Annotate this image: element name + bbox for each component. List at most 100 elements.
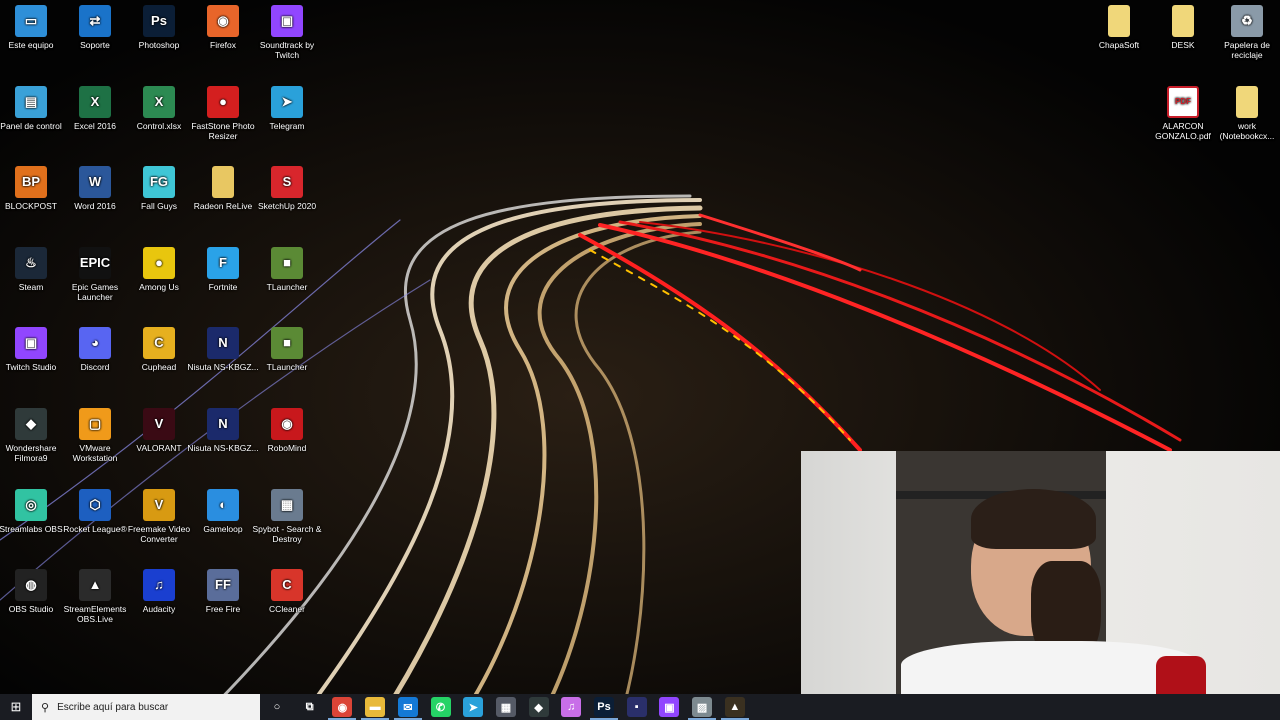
app-icon: ▦ [271,488,303,521]
taskbar-photoshop-button[interactable]: Ps [590,697,618,720]
icon-label: ChapaSoft [1098,40,1140,50]
app-icon: S [271,166,303,199]
app-icon: ♨ [15,246,47,279]
app-icon: ➤ [271,85,303,118]
desktop-icon-soporte[interactable]: ⇄ Soporte [58,5,132,50]
desktop-icon-audacity[interactable]: ♫ Audacity [122,569,196,614]
desktop-icon-desk[interactable]: DESK [1146,5,1220,50]
desktop-icon-valorant[interactable]: V VALORANT [122,408,196,453]
taskbar-streamelements-button[interactable]: ▲ [720,697,749,720]
desktop-icon-telegram[interactable]: ➤ Telegram [250,85,324,131]
app-icon: F [207,246,239,279]
desktop-icon-vmware-workstation[interactable]: ▢ VMware Workstation [58,408,132,463]
desktop-icon-excel-2016[interactable]: X Excel 2016 [58,85,132,131]
icon-label: Soporte [80,40,110,50]
taskbar-whatsapp-button[interactable]: ✆ [430,697,451,717]
taskbar-itunes-button[interactable]: ♫ [561,697,582,717]
desktop-icon-nisuta-ns-kbgz[interactable]: N Nisuta NS-KBGZ... [186,327,260,372]
streamelements-icon: ▲ [729,701,741,713]
start-button[interactable]: ⊞ [0,694,32,720]
desktop-icon-alarcon-gonzalo-pdf[interactable]: PDF ALARCON GONZALO.pdf [1146,86,1220,141]
icon-label: Telegram [269,120,305,131]
search-box[interactable]: ⚲ Escribe aquí para buscar [32,694,260,720]
taskbar-app-red-button[interactable]: ▪ [626,697,647,717]
desktop-icon-spybot-search-destroy[interactable]: ▦ Spybot - Search & Destroy [250,488,324,544]
app-icon: ▤ [15,85,47,118]
desktop-icon-among-us[interactable]: ● Among Us [122,246,196,292]
taskbar-file-explorer-button[interactable]: ▬ [361,697,390,720]
app-icon: ▢ [79,408,111,440]
taskbar: ⊞ ⚲ Escribe aquí para buscar ○ ⧉ ◉ ▬ ✉ ✆ ➤ ▦ ◆ ♫ P… [0,694,1280,720]
desktop-icon-firefox[interactable]: ◉ Firefox [186,5,260,50]
desktop-icon-freemake-video-converter[interactable]: V Freemake Video Converter [122,488,196,544]
calculator-icon: ▦ [500,701,512,714]
app-icon: V [143,488,175,521]
desktop-icon-work-notebookcx[interactable]: work (Notebookcx... [1210,86,1280,141]
icon-label: FastStone Photo Resizer [191,120,255,141]
desktop-icon-free-fire[interactable]: FF Free Fire [186,569,260,614]
taskbar-twitch-button[interactable]: ▣ [659,697,680,717]
desktop-icon-nisuta-ns-kbgz[interactable]: N Nisuta NS-KBGZ... [186,408,260,453]
icon-label: VMware Workstation [72,443,118,463]
app-red-icon: ▪ [634,701,639,713]
desktop-icon-tlauncher[interactable]: ■ TLauncher [250,327,324,372]
desktop-icon-robomind[interactable]: ◉ RoboMind [250,408,324,453]
app-icon: BP [15,166,47,199]
app-icon: ● [143,246,175,279]
icon-label: DESK [1171,40,1195,50]
taskbar-calculator-button[interactable]: ▦ [495,697,516,717]
desktop-icon-cuphead[interactable]: C Cuphead [122,327,196,372]
app-icon: ▭ [15,5,47,37]
desktop-icon-gameloop[interactable]: ◐ Gameloop [186,488,260,534]
desktop-icon-photoshop[interactable]: Ps Photoshop [122,5,196,50]
icon-label: TLauncher [266,362,308,373]
taskbar-filmora-button[interactable]: ◆ [528,697,549,717]
desktop-icon-chapasoft[interactable]: ChapaSoft [1082,5,1156,50]
desktop-icon-fortnite[interactable]: F Fortnite [186,246,260,292]
icon-label: ALARCON GONZALO.pdf [1155,121,1211,141]
file-explorer-icon: ▬ [369,701,381,713]
icon-label: Control.xlsx [136,120,182,131]
desktop-icon-word-2016[interactable]: W Word 2016 [58,166,132,211]
desktop-icon-epic-games-launcher[interactable]: EPIC Epic Games Launcher [58,246,132,302]
desktop-icon-control-xlsx[interactable]: X Control.xlsx [122,85,196,131]
webcam-person-hair [971,489,1096,549]
app-icon: ♫ [143,569,175,602]
cortana-icon: ○ [273,701,281,713]
app-icon: ⇄ [79,5,111,37]
desktop-icon-papelera-de-reciclaje[interactable]: ♻ Papelera de reciclaje [1210,5,1280,60]
icon-label: Epic Games Launcher [71,281,119,302]
desktop-icon-streamelements-obs-live[interactable]: ▲ StreamElements OBS.Live [58,569,132,624]
taskbar-telegram-button[interactable]: ➤ [463,697,484,717]
icon-label: Fall Guys [141,201,177,212]
desktop-icon-faststone-photo-resizer[interactable]: ● FastStone Photo Resizer [186,85,260,141]
desktop-icon-tlauncher[interactable]: ■ TLauncher [250,246,324,292]
taskbar-notebook-button[interactable]: ▨ [688,697,717,720]
desktop-icon-soundtrack-by-twitch[interactable]: ▣ Soundtrack by Twitch [250,5,324,60]
app-icon [1108,5,1130,37]
windows-icon: ⊞ [10,699,22,714]
desktop-icon-sketchup-2020[interactable]: S SketchUp 2020 [250,166,324,211]
webcam-overlay [801,451,1280,694]
icon-label: Photoshop [138,40,180,50]
app-icon [212,166,234,199]
taskbar-cortana-button[interactable]: ○ [267,697,287,717]
taskbar-chrome-button[interactable]: ◉ [328,697,357,720]
itunes-icon: ♫ [567,701,576,713]
app-icon: W [79,166,111,199]
desktop-icon-radeon-relive[interactable]: Radeon ReLive [186,166,260,211]
taskbar-mail-button[interactable]: ✉ [393,697,422,720]
desktop-icon-discord[interactable]: ◕ Discord [58,327,132,372]
app-icon: FF [207,569,239,602]
telegram-icon: ➤ [468,701,478,714]
taskbar-task-view-button[interactable]: ⧉ [300,697,320,717]
photoshop-icon: Ps [597,701,611,713]
icon-label: Free Fire [205,604,241,615]
app-icon: PDF [1167,86,1199,118]
icon-label: RoboMind [267,443,307,453]
desktop-icon-rocket-league[interactable]: ⬡ Rocket League® [58,488,132,534]
app-icon: ♻ [1231,5,1263,37]
desktop-icon-fall-guys[interactable]: FG Fall Guys [122,166,196,211]
desktop-icon-ccleaner[interactable]: C CCleaner [250,569,324,614]
icon-label: Excel 2016 [73,120,117,131]
